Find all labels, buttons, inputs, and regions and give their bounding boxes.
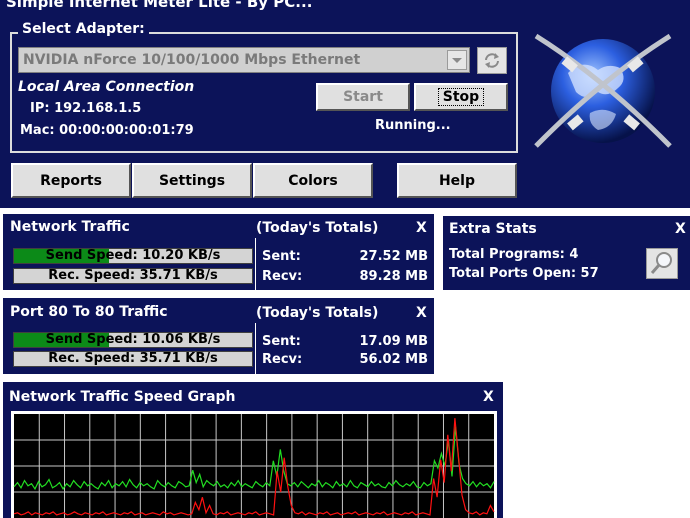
port-sent-value: 17.09 MB <box>359 334 429 349</box>
port-send-speed-text: Send Speed: 10.06 KB/s <box>45 332 221 347</box>
connection-name: Local Area Connection <box>18 79 195 95</box>
help-button[interactable]: Help <box>397 163 517 198</box>
mac-address: Mac: 00:00:00:00:01:79 <box>20 123 194 138</box>
send-speed-bar: Send Speed: 10.20 KB/s <box>13 248 253 264</box>
port-traffic-title: Port 80 To 80 Traffic <box>10 304 168 320</box>
network-traffic-panel: Network Traffic (Today's Totals) X Send … <box>3 214 434 290</box>
chevron-down-icon[interactable] <box>447 50 467 70</box>
adapter-select-value: NVIDIA nForce 10/100/1000 Mbps Ethernet <box>23 52 361 68</box>
recv-value: 89.28 MB <box>359 269 429 284</box>
stop-button[interactable]: Stop <box>414 83 508 111</box>
port-sent-label: Sent: <box>262 334 301 349</box>
sent-label: Sent: <box>262 249 301 264</box>
port-send-speed-bar: Send Speed: 10.06 KB/s <box>13 332 253 348</box>
rec-speed-bar: Rec. Speed: 35.71 KB/s <box>13 268 253 284</box>
magnifier-icon <box>650 252 672 274</box>
send-speed-text: Send Speed: 10.20 KB/s <box>45 248 221 263</box>
port-traffic-totals-title: (Today's Totals) <box>256 305 379 321</box>
sent-value: 27.52 MB <box>359 249 429 264</box>
speed-graph-close-button[interactable]: X <box>483 389 494 405</box>
adapter-group-label: Select Adapter: <box>18 21 149 37</box>
ip-address: IP: 192.168.1.5 <box>30 101 142 116</box>
adapter-select[interactable]: NVIDIA nForce 10/100/1000 Mbps Ethernet <box>18 47 470 73</box>
extra-stats-panel: Extra Stats X Total Programs: 4 Total Po… <box>443 216 690 290</box>
start-button[interactable]: Start <box>316 83 410 111</box>
extra-stats-close-button[interactable]: X <box>675 221 686 237</box>
stop-button-label: Stop <box>437 88 485 106</box>
colors-button[interactable]: Colors <box>253 163 373 198</box>
rec-speed-text: Rec. Speed: 35.71 KB/s <box>48 268 218 283</box>
settings-button[interactable]: Settings <box>132 163 252 198</box>
status-text: Running... <box>375 118 451 133</box>
separator <box>255 323 256 374</box>
port-traffic-close-button[interactable]: X <box>416 305 427 321</box>
refresh-icon <box>485 53 499 68</box>
view-details-button[interactable] <box>646 248 678 279</box>
port-traffic-panel: Port 80 To 80 Traffic (Today's Totals) X… <box>3 298 434 374</box>
port-rec-speed-bar: Rec. Speed: 35.71 KB/s <box>13 351 253 367</box>
total-programs: Total Programs: 4 <box>449 247 579 262</box>
refresh-adapter-button[interactable] <box>477 47 507 74</box>
port-recv-value: 56.02 MB <box>359 352 429 367</box>
top-panel: Select Adapter: NVIDIA nForce 10/100/100… <box>0 12 690 208</box>
reports-button[interactable]: Reports <box>11 163 131 198</box>
title-bar: Simple Internet Meter Lite - By PC... <box>0 0 690 12</box>
window-title: Simple Internet Meter Lite - By PC... <box>6 0 313 11</box>
extra-stats-title: Extra Stats <box>449 221 537 237</box>
network-traffic-title: Network Traffic <box>10 219 130 235</box>
separator <box>255 238 256 290</box>
recv-label: Recv: <box>262 269 303 284</box>
speed-graph <box>11 411 497 518</box>
port-recv-label: Recv: <box>262 352 303 367</box>
total-ports-open: Total Ports Open: 57 <box>449 266 599 281</box>
port-rec-speed-text: Rec. Speed: 35.71 KB/s <box>48 351 218 366</box>
network-traffic-close-button[interactable]: X <box>416 220 427 236</box>
speed-graph-panel: Network Traffic Speed Graph X <box>3 382 503 518</box>
speed-graph-title: Network Traffic Speed Graph <box>9 389 236 405</box>
network-traffic-totals-title: (Today's Totals) <box>256 220 379 236</box>
network-globe-logo <box>534 33 672 148</box>
